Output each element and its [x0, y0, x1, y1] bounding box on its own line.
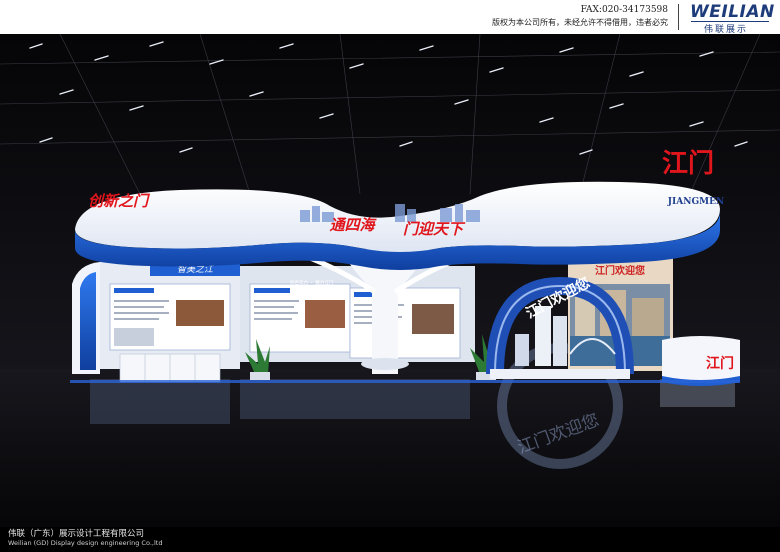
- weilian-logo: WEILIAN: [690, 2, 775, 22]
- right-wall-strip-text: 江门欢迎您: [595, 264, 645, 277]
- copyright-notice: 版权为本公司所有，未经允许不得借用，违者必究: [492, 18, 668, 27]
- info-board-1: [109, 283, 231, 351]
- left-column-blue-panel: [80, 272, 96, 370]
- footer-bar: 伟联（广东）展示设计工程有限公司 Weilian (GD) Display de…: [0, 527, 780, 552]
- center-slogan-left: 通四海: [329, 216, 377, 234]
- plant-pot-left: [250, 372, 270, 380]
- title-block: FAX:020-34173598 版权为本公司所有，未经允许不得借用，违者必究 …: [0, 0, 780, 35]
- rendering-frame: FAX:020-34173598 版权为本公司所有，未经允许不得借用，违者必究 …: [0, 0, 780, 552]
- header-divider: [678, 4, 679, 30]
- info-board-2: [249, 283, 351, 353]
- top-right-en: JIANGMEN: [667, 197, 724, 207]
- fax-number: FAX:020-34173598: [580, 5, 668, 15]
- left-counter: [119, 353, 221, 383]
- top-right-title: 江门: [662, 149, 714, 179]
- top-left-slogan: 创新之门: [88, 192, 151, 210]
- company-name-en: Weilian (GD) Display design engineering …: [8, 539, 163, 547]
- arch-base: [490, 369, 630, 379]
- board-caption: 综合实力 ‧ 魅力江门: [290, 279, 334, 286]
- floor-edge-light: [70, 380, 740, 383]
- booth-render: 江门欢迎您 江门欢迎您 智美之江 综合实力 ‧ 魅力江门 通四海 门迎天下 创新…: [0, 33, 780, 527]
- info-board-3: [349, 287, 461, 359]
- booth-illustration: 江门欢迎您 江门欢迎您 智美之江 综合实力 ‧ 魅力江门 通四海 门迎天下 创新…: [0, 33, 780, 527]
- company-name-cn: 伟联（广东）展示设计工程有限公司: [8, 529, 145, 539]
- desk-text: 江门: [706, 355, 734, 372]
- center-slogan-right: 门迎天下: [403, 220, 466, 238]
